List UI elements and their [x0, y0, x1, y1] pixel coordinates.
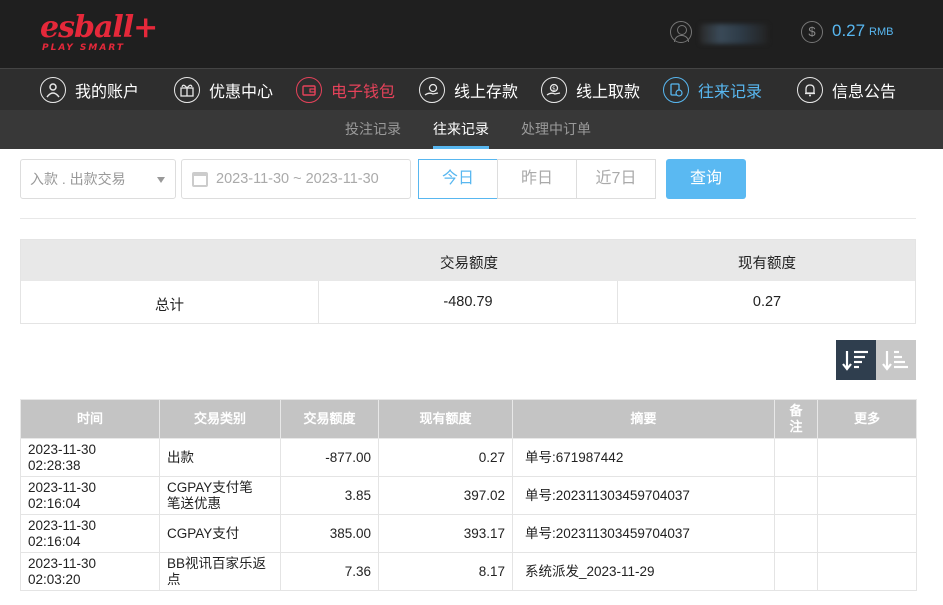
col-time: 时间: [20, 399, 160, 439]
logo-text: esball+: [40, 10, 158, 45]
cell-summary: 单号:671987442: [512, 438, 775, 477]
wallet-icon: [296, 77, 322, 103]
records-table: 时间 交易类别 交易额度 现有额度 摘要 备注 更多 2023-11-30 02…: [20, 399, 917, 591]
nav-label: 线上存款: [454, 84, 519, 101]
summary-total-label: 总计: [155, 298, 184, 314]
user-icon[interactable]: [670, 21, 692, 43]
nav-promotions[interactable]: 优惠中心: [174, 69, 273, 111]
logo-tagline: PLAY SMART: [42, 43, 125, 53]
cell-note: [774, 476, 818, 515]
col-amount: 交易额度: [280, 399, 379, 439]
cell-time: 2023-11-30 02:03:20: [20, 552, 160, 591]
cell-amount: 385.00: [280, 514, 379, 553]
tab-pending-orders[interactable]: 处理中订单: [521, 110, 591, 149]
cell-type: CGPAY支付笔笔送优惠: [159, 476, 281, 515]
cell-note: [774, 438, 818, 477]
cell-note: [774, 514, 818, 553]
search-button[interactable]: 查询: [666, 159, 746, 199]
table-row: 2023-11-30 02:28:38 出款 -877.00 0.27 单号:6…: [20, 438, 917, 477]
nav-label: 电子钱包: [331, 84, 396, 101]
sort-asc-icon: [882, 350, 908, 371]
summary-total-amount: -480.79: [443, 294, 493, 310]
col-note: 备注: [774, 399, 818, 439]
quick-today-button[interactable]: 今日: [418, 159, 498, 199]
table-row: 2023-11-30 02:03:20 BB视讯百家乐返点 7.36 8.17 …: [20, 552, 917, 591]
username-blurred: [700, 24, 768, 44]
summary-header-balance: 现有额度: [738, 256, 796, 272]
nav-online-deposit[interactable]: 线上存款: [419, 69, 518, 111]
cell-more[interactable]: [817, 514, 917, 553]
deposit-hand-icon: [419, 77, 445, 103]
sort-desc-icon: [842, 350, 868, 371]
cell-more[interactable]: [817, 476, 917, 515]
nav-label: 线上取款: [576, 84, 641, 101]
select-value: 入款 . 出款交易: [30, 171, 126, 187]
tab-transaction-records[interactable]: 往来记录: [433, 110, 489, 149]
col-more: 更多: [817, 399, 917, 439]
balance-amount: 0.27: [832, 21, 866, 40]
cell-time: 2023-11-30 02:16:04: [20, 476, 160, 515]
col-summary: 摘要: [512, 399, 775, 439]
summary-total-balance: 0.27: [752, 294, 782, 310]
cell-balance: 393.17: [378, 514, 513, 553]
cell-type: 出款: [159, 438, 281, 477]
cell-summary: 单号:202311303459704037: [512, 514, 775, 553]
quick-last7days-button[interactable]: 近7日: [576, 159, 656, 199]
cell-balance: 8.17: [378, 552, 513, 591]
main-nav: 我的账户 优惠中心 电子钱包 线上存款 $ 线上取款 往来记录 信息公告: [0, 68, 943, 110]
quick-yesterday-button[interactable]: 昨日: [497, 159, 577, 199]
esball-logo[interactable]: esball+ PLAY SMART: [40, 10, 158, 56]
balance-currency: RMB: [869, 26, 894, 38]
nav-transaction-records[interactable]: 往来记录: [663, 69, 762, 111]
nav-e-wallet[interactable]: 电子钱包: [296, 69, 395, 111]
cell-balance: 0.27: [378, 438, 513, 477]
nav-label: 我的账户: [75, 84, 140, 101]
cell-amount: -877.00: [280, 438, 379, 477]
user-circle-icon: [40, 77, 66, 103]
cell-type: BB视讯百家乐返点: [159, 552, 281, 591]
dollar-coin-icon: $: [801, 21, 823, 43]
nav-online-withdraw[interactable]: $ 线上取款: [541, 69, 640, 111]
gift-icon: [174, 77, 200, 103]
cell-summary: 系统派发_2023-11-29: [512, 552, 775, 591]
top-header: esball+ PLAY SMART $ 0.27 RMB: [0, 0, 943, 68]
cell-summary: 单号:202311303459704037: [512, 476, 775, 515]
divider: [20, 218, 916, 219]
nav-label: 信息公告: [832, 84, 897, 101]
cell-more[interactable]: [817, 552, 917, 591]
table-row: 2023-11-30 02:16:04 CGPAY支付 385.00 393.1…: [20, 514, 917, 553]
sort-ascending-button[interactable]: [876, 340, 916, 380]
summary-table: 交易额度 现有额度 总计 -480.79 0.27: [20, 239, 916, 324]
cell-balance: 397.02: [378, 476, 513, 515]
date-range-input[interactable]: 2023-11-30 ~ 2023-11-30: [181, 159, 411, 199]
caret-down-icon: [157, 177, 165, 183]
date-range-value: 2023-11-30 ~ 2023-11-30: [216, 171, 379, 187]
nav-my-account[interactable]: 我的账户: [40, 69, 139, 111]
calendar-icon: [192, 172, 208, 187]
cell-amount: 3.85: [280, 476, 379, 515]
bell-icon: [797, 77, 823, 103]
summary-header-amount: 交易额度: [440, 256, 498, 272]
transaction-type-select[interactable]: 入款 . 出款交易: [20, 159, 176, 199]
table-row: 2023-11-30 02:16:04 CGPAY支付笔笔送优惠 3.85 39…: [20, 476, 917, 515]
record-clock-icon: [663, 77, 689, 103]
col-balance: 现有额度: [378, 399, 513, 439]
col-type: 交易类别: [159, 399, 281, 439]
sort-descending-button[interactable]: [836, 340, 876, 380]
sub-nav: 投注记录 往来记录 处理中订单: [0, 110, 943, 149]
nav-label: 优惠中心: [209, 84, 274, 101]
withdraw-hand-icon: $: [541, 77, 567, 103]
cell-type: CGPAY支付: [159, 514, 281, 553]
tab-bet-records[interactable]: 投注记录: [345, 110, 401, 149]
nav-announcements[interactable]: 信息公告: [797, 69, 896, 111]
cell-time: 2023-11-30 02:16:04: [20, 514, 160, 553]
cell-amount: 7.36: [280, 552, 379, 591]
svg-text:$: $: [552, 86, 556, 93]
table-header-row: 时间 交易类别 交易额度 现有额度 摘要 备注 更多: [20, 399, 917, 439]
col-note-label: 备注: [789, 403, 803, 434]
nav-label: 往来记录: [698, 84, 763, 101]
cell-time: 2023-11-30 02:28:38: [20, 438, 160, 477]
cell-more[interactable]: [817, 438, 917, 477]
cell-note: [774, 552, 818, 591]
